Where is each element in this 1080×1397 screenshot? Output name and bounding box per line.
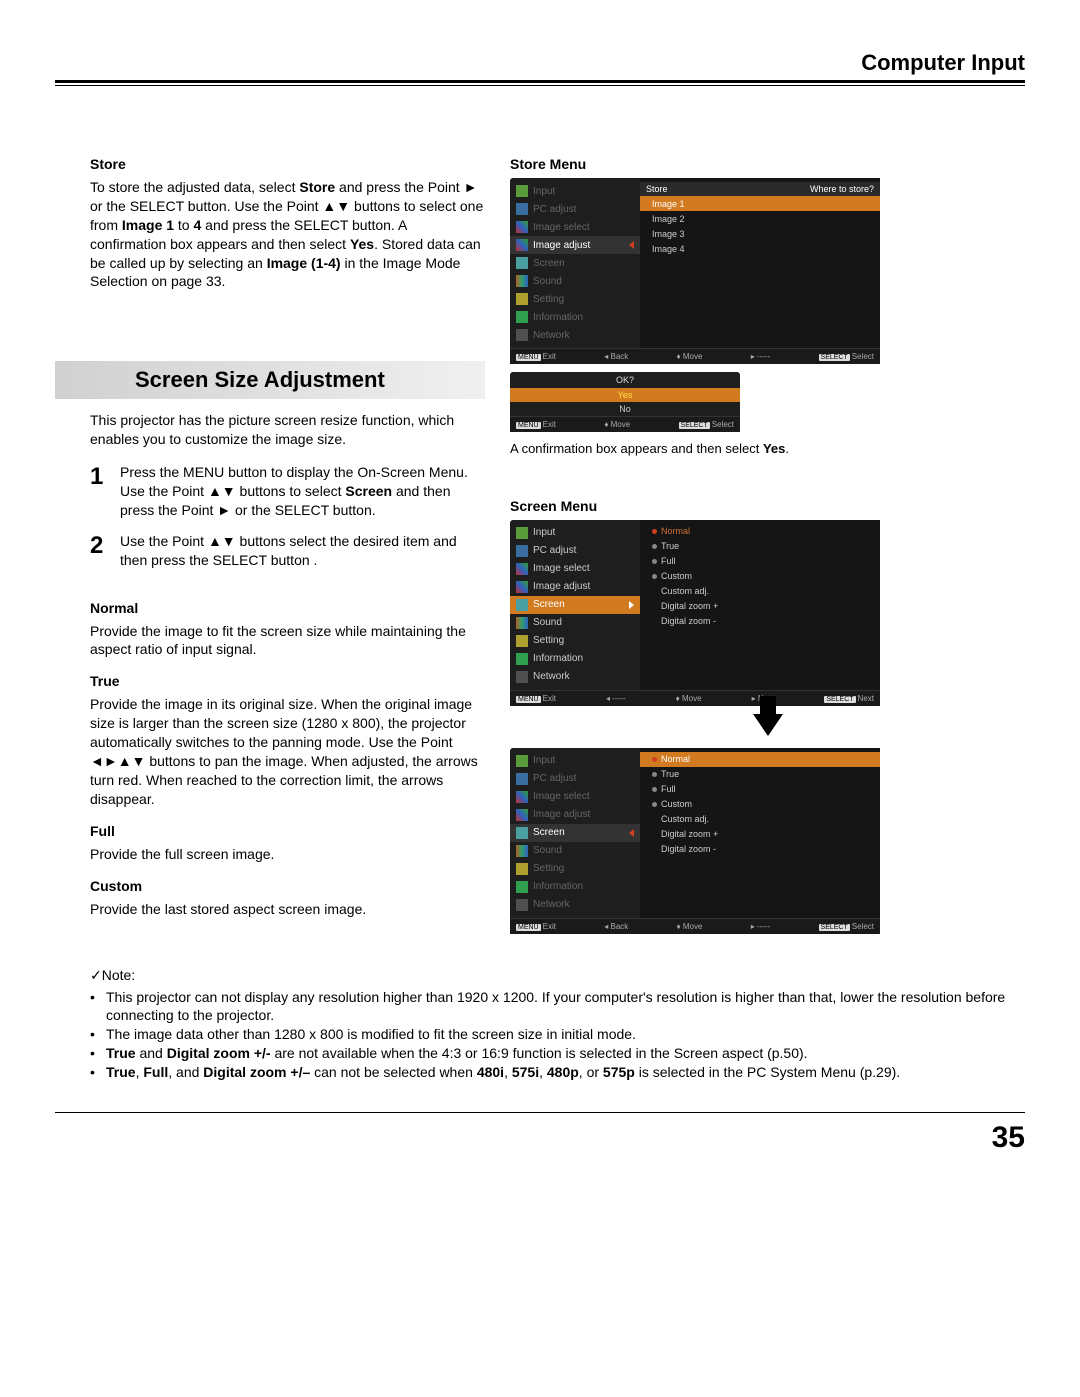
store-image-3: Image 3 — [652, 229, 685, 239]
store-image-2: Image 2 — [652, 214, 685, 224]
step-number: 1 — [90, 463, 120, 520]
notes-heading: Note: — [102, 967, 135, 983]
confirm-yes: Yes — [510, 388, 740, 402]
submenu-header-right: Where to store? — [810, 184, 874, 194]
confirm-dialog: OK? Yes No MENUExit ♦ Move SELECTSelect — [510, 372, 740, 432]
triangle-right-icon — [629, 601, 634, 609]
mode-true-heading: True — [90, 673, 485, 689]
header-rule — [55, 80, 1025, 86]
mode-full-text: Provide the full screen image. — [90, 845, 485, 864]
menu-item-input: Input — [533, 186, 555, 197]
page-header: Computer Input — [55, 50, 1025, 80]
menu-item-screen: Screen — [533, 258, 565, 269]
note-item: •The image data other than 1280 x 800 is… — [98, 1025, 1025, 1044]
menu-item-sound: Sound — [533, 276, 562, 287]
store-menu-screenshot: Input PC adjust Image select Image adjus… — [510, 178, 880, 364]
menu-item-setting: Setting — [533, 294, 564, 305]
mode-full-heading: Full — [90, 823, 485, 839]
step-text: Use the Point ▲▼ buttons select the desi… — [120, 532, 485, 570]
arrow-down-icon — [753, 714, 783, 736]
intro-paragraph: This projector has the picture screen re… — [90, 411, 485, 449]
menu-item-pc-adjust: PC adjust — [533, 204, 576, 215]
menu-item-network: Network — [533, 330, 570, 341]
section-title-band: Screen Size Adjustment — [55, 361, 485, 399]
confirm-footer: MENUExit ♦ Move SELECTSelect — [510, 416, 740, 432]
confirm-head: OK? — [510, 372, 740, 388]
screen-menu-footer-b: MENUExit ◂ Back ♦ Move ▸ ----- SELECTSel… — [510, 918, 880, 934]
store-image-4: Image 4 — [652, 244, 685, 254]
notes-block: ✓Note: •This projector can not display a… — [55, 967, 1025, 1082]
store-menu-title: Store Menu — [510, 156, 1025, 172]
note-item: •True, Full, and Digital zoom +/– can no… — [98, 1063, 1025, 1082]
store-menu-footer: MENUExit ◂ Back ♦ Move ▸ ----- SELECTSel… — [510, 348, 880, 364]
mode-true-text: Provide the image in its original size. … — [90, 695, 485, 808]
submenu-header-left: Store — [646, 184, 668, 194]
store-heading: Store — [90, 156, 485, 172]
left-column: Store To store the adjusted data, select… — [55, 156, 485, 942]
mode-custom-heading: Custom — [90, 878, 485, 894]
step-2: 2 Use the Point ▲▼ buttons select the de… — [90, 532, 485, 570]
screen-menu-screenshot-b: Input PC adjust Image select Image adjus… — [510, 748, 880, 934]
screen-menu-screenshot-a: Input PC adjust Image select Image adjus… — [510, 520, 880, 706]
note-item: •This projector can not display any reso… — [98, 988, 1025, 1026]
mode-normal-heading: Normal — [90, 600, 485, 616]
note-item: •True and Digital zoom +/- are not avail… — [98, 1044, 1025, 1063]
screen-menu-footer-a: MENUExit ◂ ----- ♦ Move ▸ Next SELECTNex… — [510, 690, 880, 706]
mode-custom-text: Provide the last stored aspect screen im… — [90, 900, 485, 919]
menu-item-image-select: Image select — [533, 222, 590, 233]
mode-normal-text: Provide the image to fit the screen size… — [90, 622, 485, 660]
screen-menu-title: Screen Menu — [510, 498, 1025, 514]
triangle-left-icon — [629, 241, 634, 249]
store-paragraph: To store the adjusted data, select Store… — [90, 178, 485, 291]
page-number: 35 — [55, 1113, 1025, 1155]
menu-item-information: Information — [533, 312, 583, 323]
confirm-no: No — [510, 402, 740, 416]
confirm-caption: A confirmation box appears and then sele… — [510, 440, 1025, 458]
menu-item-screen-selected: Screen — [533, 599, 565, 610]
step-text: Press the MENU button to display the On-… — [120, 463, 485, 520]
menu-item-image-adjust: Image adjust — [533, 240, 590, 251]
step-1: 1 Press the MENU button to display the O… — [90, 463, 485, 520]
store-image-1: Image 1 — [652, 199, 685, 209]
right-column: Store Menu Input PC adjust Image select … — [510, 156, 1025, 942]
triangle-left-icon — [629, 829, 634, 837]
step-number: 2 — [90, 532, 120, 570]
